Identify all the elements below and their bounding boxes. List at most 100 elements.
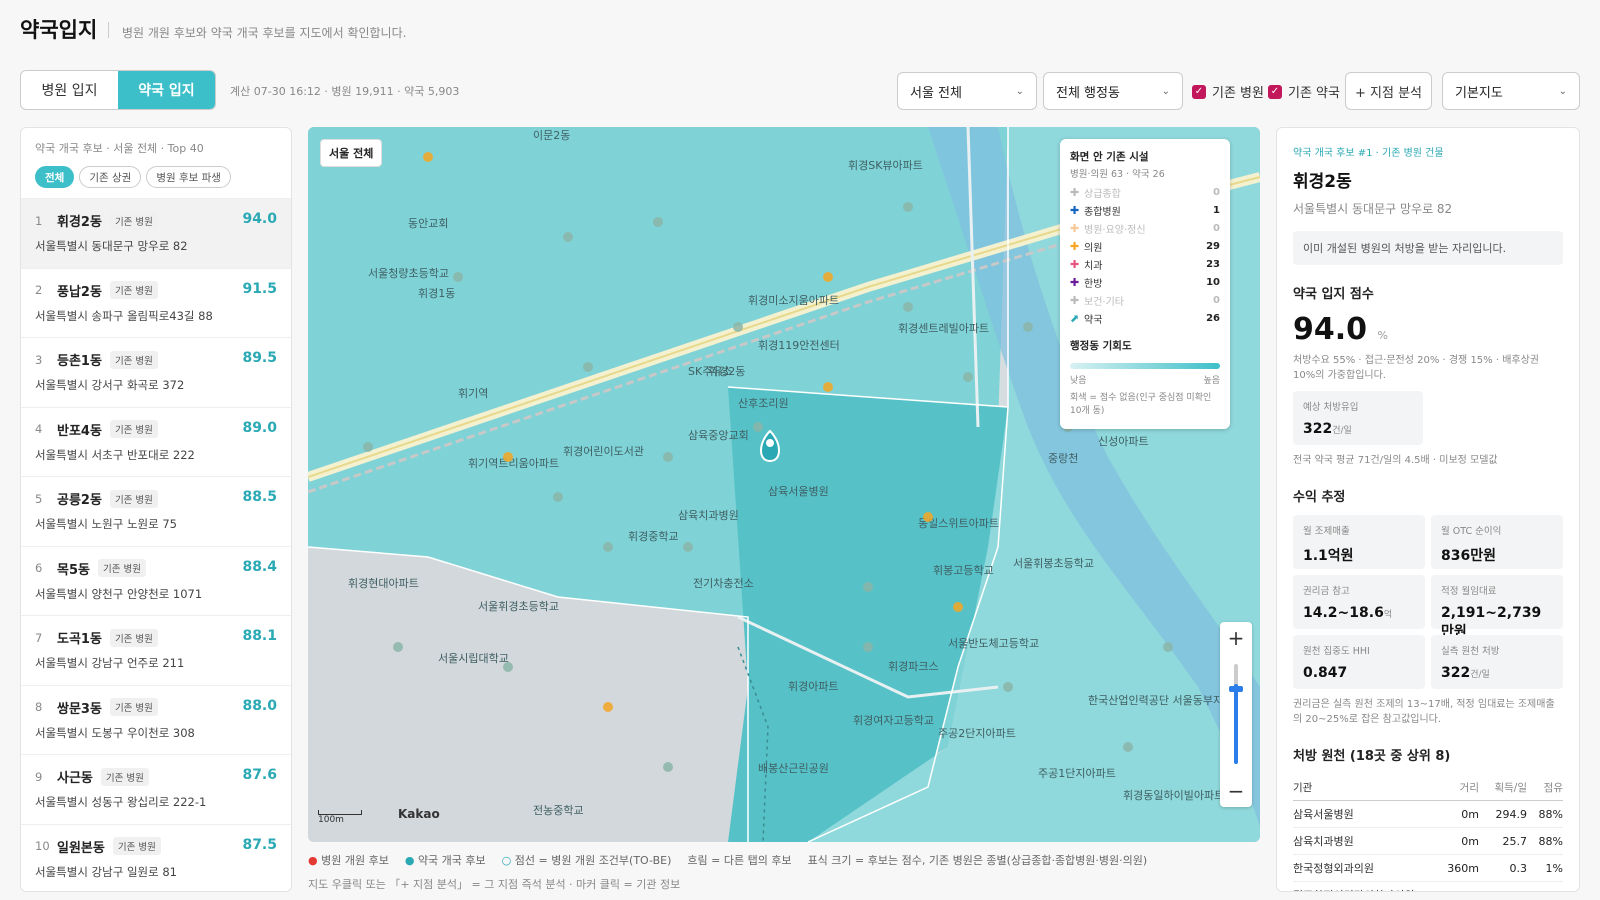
legend-row: ✚ 의원 29 [1070,240,1220,254]
pharmacy-checkbox[interactable]: ✓ 기존 약국 [1268,82,1340,101]
facility-marker[interactable] [823,272,833,282]
table-row[interactable]: 김표한정신건강의학과의원360m0.21% [1293,882,1563,892]
spot-analysis-button[interactable]: + 지점 분석 [1345,72,1432,110]
district-select[interactable]: 전체 행정동 ⌄ [1043,72,1183,110]
map-scale: 100m [318,810,362,825]
map-place-label: 산후조리원 [738,397,789,410]
check-icon: ✓ [1192,84,1206,99]
legend-row: ✚ 한방 10 [1070,276,1220,290]
list-item[interactable]: 10 일원본동 기존 병원 87.5 서울특별시 강남구 일원로 81 [21,823,291,892]
facility-marker[interactable] [823,382,833,392]
item-name: 사근동 [57,771,93,786]
facility-marker[interactable] [863,582,873,592]
table-row[interactable]: 삼육치과병원 0m 25.7 88% [1293,828,1563,855]
cell-dist: 0m [1461,834,1479,848]
facility-marker[interactable] [683,542,693,552]
score-unit: % [1377,329,1388,342]
detail-address: 서울특별시 동대문구 망우로 82 [1293,202,1453,216]
facility-marker[interactable] [423,152,433,162]
item-score: 88.4 [242,558,277,575]
list-item[interactable]: 4 반포4동 기존 병원 89.0 서울특별시 서초구 반포대로 222 [21,406,291,477]
facility-marker[interactable] [903,202,913,212]
zoom-out-button[interactable]: − [1220,775,1252,807]
list-item[interactable]: 5 공릉2동 기존 병원 88.5 서울특별시 노원구 노원로 75 [21,476,291,546]
facility-marker[interactable] [663,452,673,462]
zoom-slider[interactable] [1229,664,1243,764]
legend-label: 치과 [1084,260,1103,272]
item-badge: 기존 병원 [109,420,158,438]
facility-marker[interactable] [1123,742,1133,752]
facility-marker[interactable] [863,642,873,652]
legend-count: 26 [1206,312,1220,324]
map-place-label: 동안교회 [408,217,448,230]
item-rank: 4 [35,422,43,436]
facility-marker[interactable] [733,322,743,332]
list-item[interactable]: 2 풍납2동 기존 병원 91.5 서울특별시 송파구 올림픽로43길 88 [21,267,291,338]
facility-marker[interactable] [953,602,963,612]
chevron-down-icon: ⌄ [1161,85,1170,97]
basemap-select[interactable]: 기본지도 ⌄ [1442,72,1580,110]
facility-marker[interactable] [903,302,913,312]
list-item[interactable]: 1 휘경2동 기존 병원 94.0 서울특별시 동대문구 망우로 82 [21,198,291,268]
tab-hospital[interactable]: 병원 입지 [21,71,118,109]
tab-pharmacy[interactable]: 약국 입지 [118,71,215,109]
legend-row: ✚ 상급종합 0 [1070,186,1220,200]
cell-dist: 0m [1461,807,1479,821]
list-item[interactable]: 8 쌍문3동 기존 병원 88.0 서울특별시 도봉구 우이천로 308 [21,684,291,755]
card-value: 322 [1441,665,1471,681]
zoom-fill [1234,684,1238,764]
card-value: 836만원 [1441,548,1496,564]
list-item[interactable]: 7 도곡1동 기존 병원 88.1 서울특별시 강남구 언주로 211 [21,615,291,685]
list-item[interactable]: 9 사근동 기존 병원 87.6 서울특별시 성동구 왕십리로 222-1 [21,754,291,824]
facility-marker[interactable] [603,542,613,552]
pharmacy-checkbox-label: 기존 약국 [1288,86,1340,101]
map-view[interactable]: 휘경2동 휘경1동 신성아파트 중랑천 산후조리원 삼육중앙교회 삼육서울병원 휘경중학교 휘경… [308,127,1260,842]
facility-marker[interactable] [923,512,933,522]
facility-marker[interactable] [583,362,593,372]
facility-marker[interactable] [1023,322,1033,332]
chip-existing[interactable]: 기존 상권 [79,166,142,188]
facility-marker[interactable] [503,662,513,672]
cell-get: 0.2 [1479,889,1528,892]
map-place-label: 신성아파트 [1098,435,1149,448]
facility-marker[interactable] [653,217,663,227]
facility-marker[interactable] [453,272,463,282]
cross-icon: ✚ [1070,203,1080,217]
chip-derived[interactable]: 병원 후보 파생 [146,166,231,188]
col-dist: 거리 [1459,781,1479,794]
card-label: 월 조제매출 [1303,526,1350,537]
revenue-note: 권리금은 실측 원천 조제의 13~17배, 적정 임대료는 조제매출의 20~… [1293,699,1555,725]
map-place-label: 휘경동일하이빌아파트 [1123,788,1224,802]
pin-icon: ● [404,854,415,867]
facility-marker[interactable] [663,762,673,772]
chevron-down-icon: ⌄ [1015,85,1024,97]
map-place-label: 휘기역트리움아파트 [468,457,559,470]
cell-name: 삼육치과병원 [1293,835,1354,848]
zoom-in-button[interactable]: + [1220,622,1252,654]
list-item[interactable]: 6 목5동 기존 병원 88.4 서울특별시 양천구 안양천로 1071 [21,545,291,616]
legend-row: ⬈ 약국 26 [1070,312,1220,326]
facility-marker[interactable] [563,232,573,242]
cell-get: 25.7 [1502,834,1528,848]
hospital-checkbox[interactable]: ✓ 기존 병원 [1192,82,1264,101]
table-row[interactable]: 삼육서울병원 0m 294.9 88% [1293,801,1563,828]
region-select[interactable]: 서울 전체 ⌄ [897,72,1037,110]
item-address: 서울특별시 강서구 화곡로 372 [35,378,185,392]
facility-marker[interactable] [1003,682,1013,692]
legend-label: 보건·기타 [1084,296,1124,308]
facility-marker[interactable] [963,372,973,382]
facility-marker[interactable] [753,422,763,432]
map-help: 지도 우클릭 또는 「+ 지점 분석」 = 그 지점 즉석 분석 · 마커 클릭… [308,878,681,891]
list-item[interactable]: 3 등촌1동 기존 병원 89.5 서울특별시 강서구 화곡로 372 [21,337,291,407]
map-place-label: 서울시립대학교 [438,652,509,665]
zoom-handle[interactable] [1229,686,1243,692]
facility-marker[interactable] [603,702,613,712]
facility-marker[interactable] [363,442,373,452]
facility-marker[interactable] [503,452,513,462]
facility-marker[interactable] [1163,642,1173,652]
facility-marker[interactable] [553,492,563,502]
chip-all[interactable]: 전체 [35,166,75,188]
facility-marker[interactable] [393,642,403,652]
table-row[interactable]: 한국정형외과의원 360m 0.3 1% [1293,855,1563,882]
card-unit: 억 [1383,610,1393,620]
